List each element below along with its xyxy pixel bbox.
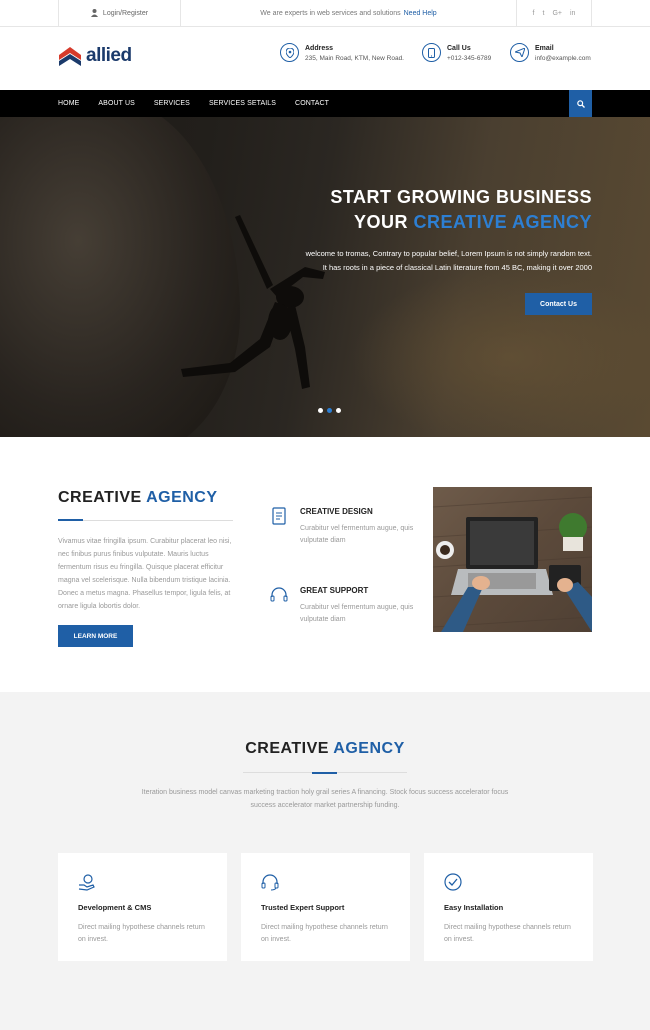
slider-dot[interactable] [318,408,323,413]
search-icon [576,99,585,108]
feature-text: Curabitur vel fermentum augue, quis vulp… [300,525,414,544]
nav-item-services-details[interactable]: SERVICES SETAILS [209,100,276,107]
header: allied Address 235, Main Road, KTM, New … [0,27,650,90]
service-card-text: Direct mailing hypothese channels return… [444,924,571,943]
phone-icon [422,43,441,62]
top-message: We are experts in web services and solut… [181,0,516,26]
hero-slider: START GROWING BUSINESS YOUR CREATIVE AGE… [0,117,650,437]
learn-more-button[interactable]: LEARN MORE [58,625,133,647]
about-section: CREATIVE AGENCY Vivamus vitae fringilla … [0,437,650,692]
page: Login/Register We are experts in web ser… [0,0,650,1030]
nav-item-about-us[interactable]: ABOUT US [98,100,134,107]
need-help-link[interactable]: Need Help [404,10,437,17]
services-title-dark: CREATIVE [245,740,334,757]
laptop-desk-photo [433,487,592,632]
slider-dots [318,408,341,413]
service-card-title: Trusted Expert Support [261,903,345,912]
slider-dot-active[interactable] [327,408,332,413]
slider-dot[interactable] [336,408,341,413]
services-section: CREATIVE AGENCY Iteration business model… [0,692,650,1030]
hero-title-line2-blue: CREATIVE AGENCY [413,212,592,232]
hero-title-line2: YOUR CREATIVE AGENCY [354,212,592,233]
hero-text-line1: welcome to tromas, Contrary to popular b… [305,249,592,258]
feature-title: CREATIVE DESIGN [300,507,373,516]
service-card-text: Direct mailing hypothese channels return… [261,924,388,943]
services-title: CREATIVE AGENCY [0,740,650,758]
service-card-text: Direct mailing hypothese channels return… [78,924,205,943]
social-links: f t G+ in [516,0,592,26]
call-value[interactable]: +012-345-6789 [447,55,491,62]
services-title-divider-right [337,772,407,773]
about-title-blue: AGENCY [146,489,218,506]
service-card-development[interactable]: Development & CMS Direct mailing hypothe… [58,853,227,961]
user-icon [90,9,98,17]
contact-us-button[interactable]: Contact Us [525,293,592,315]
main-nav: HOME ABOUT US SERVICES SERVICES SETAILS … [0,90,650,117]
email-value[interactable]: info@example.com [535,55,591,62]
location-icon [280,43,299,62]
services-title-underline [312,772,337,774]
about-title-dark: CREATIVE [58,489,147,506]
feature-text: Curabitur vel fermentum augue, quis vulp… [300,604,414,623]
hero-text-line2: It has roots in a piece of classical Lat… [322,263,592,272]
call-label: Call Us [447,45,471,52]
send-icon [510,43,529,62]
linkedin-icon[interactable]: in [570,10,575,17]
login-register-label: Login/Register [102,9,149,17]
hero-sky-glow [350,267,650,437]
climber-silhouette [181,215,325,389]
login-register-link[interactable]: Login/Register [58,0,181,26]
address-value: 235, Main Road, KTM, New Road. [305,55,404,62]
email-label: Email [535,45,554,52]
email-block: Email info@example.com [510,43,591,62]
notebook-icon [270,507,288,528]
about-description: Vivamus vitae fringilla ipsum. Curabitur… [58,538,232,610]
top-message-text: We are experts in web services and solut… [260,9,401,17]
headset-icon [261,873,279,894]
service-card-title: Development & CMS [78,903,152,912]
check-circle-icon [444,873,462,894]
call-block: Call Us +012-345-6789 [422,43,491,62]
feature-title: GREAT SUPPORT [300,586,369,595]
facebook-icon[interactable]: f [533,10,535,17]
services-title-divider-left [243,772,312,773]
hero-title-line1: START GROWING BUSINESS [330,187,592,207]
top-bar: Login/Register We are experts in web ser… [0,0,650,27]
nav-item-home[interactable]: HOME [58,100,79,107]
about-title-divider [83,519,233,521]
about-title-underline [58,519,83,521]
nav-item-contact[interactable]: CONTACT [295,100,329,107]
service-card-installation[interactable]: Easy Installation Direct mailing hypothe… [424,853,593,961]
hero-title-line2-white: YOUR [353,212,414,232]
address-block: Address 235, Main Road, KTM, New Road. [280,43,404,62]
logo-text: allied [86,45,132,66]
address-label: Address [305,45,334,52]
nav-item-services[interactable]: SERVICES [154,100,190,107]
about-title: CREATIVE AGENCY [58,489,218,507]
service-card-support[interactable]: Trusted Expert Support Direct mailing hy… [241,853,410,961]
hand-icon [78,873,96,894]
logo[interactable]: allied [58,45,132,67]
services-description: Iteration business model canvas marketin… [141,789,509,809]
google-plus-icon[interactable]: G+ [552,10,562,17]
services-title-blue: AGENCY [333,740,405,757]
headset-icon [270,586,288,607]
logo-mark-icon [59,47,81,66]
twitter-icon[interactable]: t [543,10,545,17]
search-button[interactable] [569,90,592,117]
service-card-title: Easy Installation [444,903,504,912]
